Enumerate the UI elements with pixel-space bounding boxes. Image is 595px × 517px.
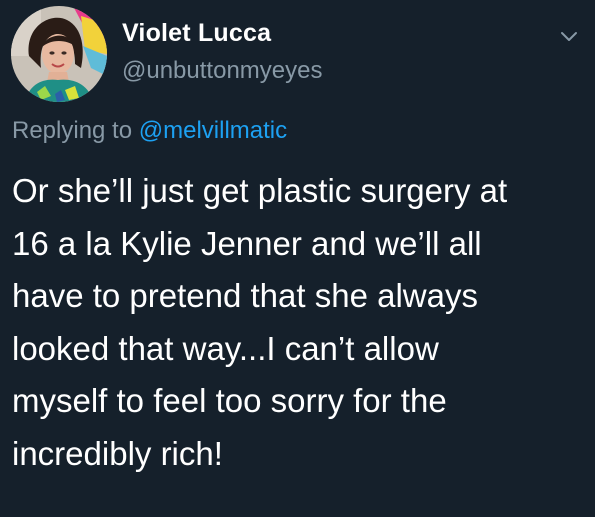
tweet-text-line: 16 a la Kylie Jenner and we’ll all bbox=[12, 224, 482, 262]
author-name[interactable]: Violet Lucca bbox=[122, 19, 271, 48]
tweet-card: Violet Lucca @unbuttonmyeyes Replying to… bbox=[0, 0, 595, 517]
replying-to-label: Replying to bbox=[12, 117, 133, 144]
tweet-text-line: incredibly rich! bbox=[12, 434, 223, 472]
author-avatar[interactable] bbox=[11, 6, 107, 102]
tweet-text: Or she’ll just get plastic surgery at 16… bbox=[12, 165, 587, 480]
tweet-text-line: looked that way...I can’t allow bbox=[12, 329, 439, 367]
replying-to-line: Replying to @melvillmatic bbox=[12, 117, 287, 145]
tweet-text-line: have to pretend that she always bbox=[12, 277, 478, 314]
author-handle[interactable]: @unbuttonmyeyes bbox=[122, 57, 322, 85]
tweet-text-line: myself to feel too sorry for the bbox=[12, 382, 447, 419]
chevron-down-icon bbox=[561, 32, 577, 41]
tweet-menu-button[interactable] bbox=[557, 26, 581, 46]
reply-mention-link[interactable]: @melvillmatic bbox=[139, 117, 287, 144]
tweet-text-line: Or she’ll just get plastic surgery at bbox=[12, 172, 508, 209]
profile-photo bbox=[11, 6, 107, 102]
